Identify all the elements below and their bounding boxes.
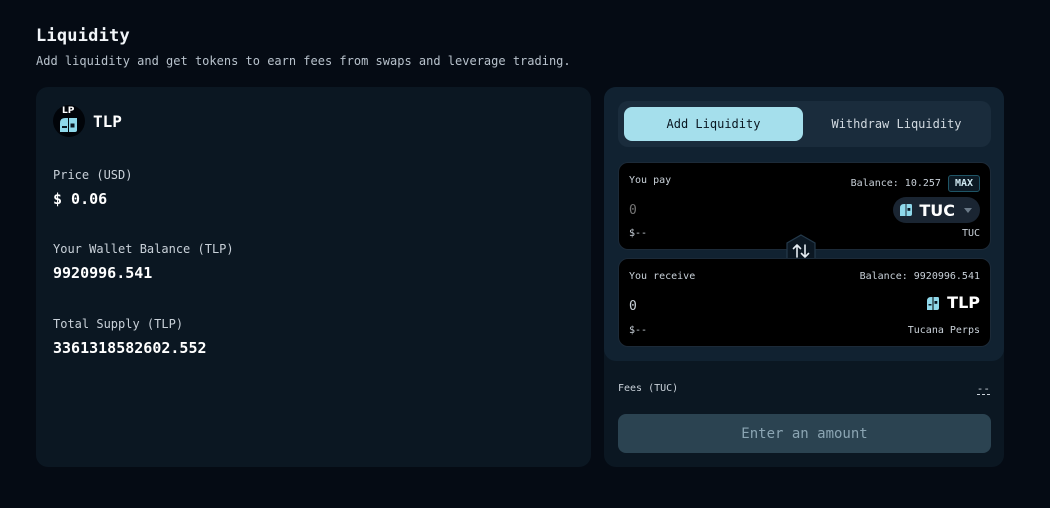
- receive-usd-value: $--: [629, 325, 648, 336]
- price-label: Price (USD): [53, 168, 133, 182]
- tab-add-liquidity[interactable]: Add Liquidity: [624, 107, 803, 141]
- lp-badge-text: LP: [62, 106, 75, 116]
- pay-usd-value: $--: [629, 228, 648, 239]
- pool-token-name: TLP: [93, 111, 122, 131]
- total-supply-value: 3361318582602.552: [53, 339, 207, 357]
- total-supply-label: Total Supply (TLP): [53, 317, 184, 331]
- receive-token-subtitle: Tucana Perps: [907, 325, 980, 336]
- pay-balance-text: Balance: 10.257: [850, 178, 941, 189]
- price-value: $ 0.06: [53, 190, 108, 208]
- pool-token-header: LP TLP: [53, 105, 122, 137]
- pay-token-subtitle: TUC: [961, 228, 980, 239]
- lp-token-icon: LP: [53, 105, 85, 137]
- price-stat: Price (USD) $ 0.06: [53, 168, 132, 208]
- pay-amount-input[interactable]: [629, 203, 829, 218]
- receive-token-symbol: TLP: [947, 293, 980, 312]
- pay-label: You pay: [629, 175, 672, 186]
- total-supply-stat: Total Supply (TLP) 3361318582602.552: [53, 317, 207, 357]
- pay-token-symbol: TUC: [919, 200, 955, 220]
- liquidity-tabs: Add Liquidity Withdraw Liquidity: [618, 101, 991, 147]
- receive-amount: 0: [629, 299, 637, 314]
- pay-token-select[interactable]: TUC: [893, 197, 980, 223]
- receive-token: TLP: [926, 293, 980, 312]
- wallet-balance-stat: Your Wallet Balance (TLP) 9920996.541: [53, 242, 234, 282]
- wallet-balance-label: Your Wallet Balance (TLP): [53, 242, 234, 256]
- liquidity-form-card: Add Liquidity Withdraw Liquidity You pay…: [604, 87, 1004, 467]
- tab-withdraw-liquidity[interactable]: Withdraw Liquidity: [808, 107, 985, 141]
- pool-info-card: LP TLP Price (USD) $ 0.06 Your Wallet Ba…: [36, 87, 591, 467]
- liquidity-form-panel: Add Liquidity Withdraw Liquidity You pay…: [604, 87, 1004, 361]
- fees-value[interactable]: --: [976, 383, 990, 395]
- chevron-down-icon: [964, 207, 972, 213]
- receive-label: You receive: [629, 271, 696, 282]
- max-button[interactable]: MAX: [947, 175, 980, 192]
- page-subtitle: Add liquidity and get tokens to earn fee…: [36, 54, 571, 68]
- fees-label: Fees (TUC): [618, 383, 679, 394]
- tuc-token-icon: [900, 204, 913, 216]
- wallet-balance-value: 9920996.541: [53, 264, 153, 282]
- submit-button[interactable]: Enter an amount: [618, 414, 991, 453]
- receive-box: You receive Balance: 9920996.541 0 TLP $…: [618, 258, 991, 347]
- tlp-logo-icon: [60, 118, 77, 132]
- receive-balance: Balance: 9920996.541: [860, 271, 980, 282]
- pay-balance: Balance: 10.257 MAX: [851, 175, 980, 192]
- page-title: Liquidity: [36, 26, 130, 46]
- receive-balance-text: Balance: 9920996.541: [859, 271, 980, 282]
- tlp-token-icon: [927, 296, 940, 310]
